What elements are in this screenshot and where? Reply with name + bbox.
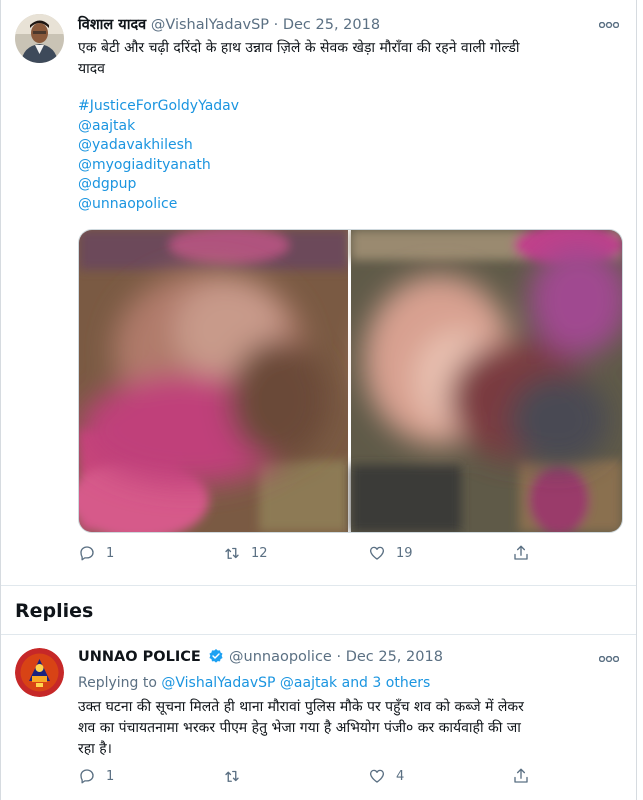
header-separator: · <box>273 17 279 33</box>
tweet-date[interactable]: Dec 25, 2018 <box>283 17 380 33</box>
reply-text: उक्त घटना की सूचना मिलते ही थाना मौरावां… <box>78 697 623 760</box>
reply-header: UNNAO POLICE @unnaopolice · Dec 25, 2018 <box>78 648 443 665</box>
like-icon <box>369 769 385 783</box>
retweet-button[interactable]: 12 <box>223 544 268 562</box>
reply-icon <box>80 546 94 561</box>
blurred-media-image <box>79 230 622 532</box>
tweet-text-line: यादव <box>78 61 105 77</box>
timeline-frame: विशाल यादव @VishalYadavSP · Dec 25, 2018… <box>0 0 637 800</box>
author-avatar[interactable] <box>15 14 64 63</box>
reply-text-line: शव का पंचायतनामा भरकर पीएम हेतु भेजा गया… <box>78 720 521 736</box>
replying-to-and: and <box>341 675 368 691</box>
mention-link[interactable]: @yadavakhilesh <box>78 136 239 156</box>
hashtag-link[interactable]: #JusticeForGoldyYadav <box>78 97 239 117</box>
reply-reply-count: 1 <box>106 768 115 784</box>
retweet-count: 12 <box>251 545 268 561</box>
like-button[interactable]: 19 <box>368 544 413 562</box>
reply-retweet-button[interactable] <box>223 767 251 785</box>
reply-share-button[interactable] <box>512 767 530 785</box>
like-icon <box>369 546 385 560</box>
mention-link[interactable]: @unnaopolice <box>78 195 239 215</box>
reply-reply-button[interactable]: 1 <box>78 767 114 785</box>
reply-avatar[interactable] <box>15 648 64 697</box>
author-avatar-image <box>15 14 64 63</box>
more-icon[interactable] <box>598 12 620 33</box>
reply-header-separator: · <box>336 649 342 665</box>
like-count: 19 <box>396 545 413 561</box>
mention-link[interactable]: @myogiadityanath <box>78 156 239 176</box>
reply-like-button[interactable]: 4 <box>368 767 404 785</box>
media-photo-left <box>79 230 349 532</box>
reply-author-handle[interactable]: @unnaopolice <box>229 649 332 665</box>
tweet-actions: 1 12 19 <box>78 544 528 564</box>
tweet-media[interactable] <box>78 229 623 533</box>
police-logo-image <box>15 648 64 697</box>
reply-like-count: 4 <box>396 768 405 784</box>
mention-link[interactable]: @dgpup <box>78 175 239 195</box>
retweet-icon <box>225 770 239 782</box>
reply-text-line: उक्त घटना की सूचना मिलते ही थाना मौरावां… <box>78 699 524 715</box>
reply-button[interactable]: 1 <box>78 544 114 562</box>
share-button[interactable] <box>512 544 530 562</box>
replies-heading: Replies <box>15 600 94 622</box>
reply-text-line: रहा है। <box>78 741 112 757</box>
reply-tweet[interactable]: UNNAO POLICE @unnaopolice · Dec 25, 2018… <box>1 634 636 800</box>
reply-actions: 1 4 <box>78 767 528 787</box>
share-icon <box>514 768 528 783</box>
reply-icon <box>80 769 94 784</box>
share-icon <box>514 545 528 560</box>
tweet-divider <box>1 585 636 586</box>
replying-to-label: Replying to <box>78 675 157 691</box>
replying-to-others[interactable]: 3 others <box>372 675 430 691</box>
retweet-icon <box>225 547 239 559</box>
reply-date[interactable]: Dec 25, 2018 <box>346 649 443 665</box>
media-photo-right <box>351 230 622 532</box>
replying-to: Replying to @VishalYadavSP @aajtak and 3… <box>78 675 430 691</box>
author-name[interactable]: विशाल यादव <box>78 17 146 33</box>
reply-count: 1 <box>106 545 115 561</box>
tweet-header: विशाल यादव @VishalYadavSP · Dec 25, 2018 <box>78 14 380 34</box>
verified-badge-icon <box>209 649 223 663</box>
tweet-text: एक बेटी और चढ़ी दरिंदो के हाथ उन्नाव ज़ि… <box>78 38 623 80</box>
author-handle[interactable]: @VishalYadavSP <box>151 17 269 33</box>
reply-more-icon[interactable] <box>598 646 620 667</box>
reply-author-name[interactable]: UNNAO POLICE <box>78 649 201 665</box>
tweet-text-line: एक बेटी और चढ़ी दरिंदो के हाथ उन्नाव ज़ि… <box>78 40 520 56</box>
mention-link[interactable]: @aajtak <box>78 117 239 137</box>
main-tweet[interactable]: विशाल यादव @VishalYadavSP · Dec 25, 2018… <box>1 0 636 585</box>
tweet-links: #JusticeForGoldyYadav @aajtak @yadavakhi… <box>78 97 239 214</box>
replying-to-handles[interactable]: @VishalYadavSP @aajtak <box>161 675 337 691</box>
